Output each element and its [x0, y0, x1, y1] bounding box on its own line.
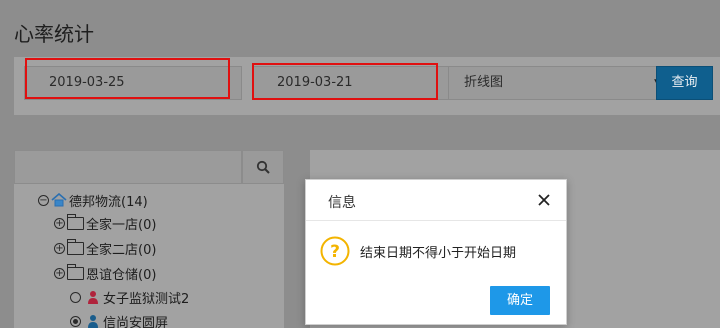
- question-icon: ?: [320, 236, 350, 266]
- end-date-input[interactable]: 2019-03-21: [252, 66, 452, 100]
- folder-icon: [67, 263, 84, 280]
- tree-node-store[interactable]: + 恩谊仓储(0): [54, 263, 156, 283]
- tree-node-label: 恩谊仓储(0): [86, 267, 157, 283]
- tree-search-button[interactable]: [242, 150, 284, 184]
- filter-bar: 2019-03-25 2019-03-21 折线图 ▼ 查询: [14, 57, 720, 115]
- home-icon: [51, 193, 67, 207]
- expand-icon[interactable]: +: [54, 217, 65, 229]
- tree-node-store[interactable]: + 全家一店(0): [54, 213, 156, 233]
- device-radio[interactable]: [70, 291, 81, 303]
- start-date-input[interactable]: 2019-03-25: [24, 66, 242, 100]
- query-button[interactable]: 查询: [656, 66, 713, 100]
- close-icon[interactable]: [536, 192, 552, 208]
- folder-icon: [67, 238, 84, 255]
- tree-node-device[interactable]: 女子监狱测试2: [70, 287, 189, 307]
- search-icon: [256, 160, 270, 174]
- chart-type-value: 折线图: [464, 75, 504, 90]
- tree-node-root[interactable]: − 德邦物流(14): [38, 190, 148, 210]
- tree-node-device[interactable]: 信尚安圆屏: [70, 311, 168, 328]
- tree-node-label: 信尚安圆屏: [103, 315, 169, 328]
- dialog-body: ? 结束日期不得小于开始日期: [320, 236, 556, 266]
- tree-search-input[interactable]: [14, 150, 242, 184]
- dialog-message: 结束日期不得小于开始日期: [360, 245, 517, 261]
- collapse-icon[interactable]: −: [38, 194, 49, 206]
- expand-icon[interactable]: +: [54, 267, 65, 279]
- folder-icon: [67, 213, 84, 230]
- dialog-title: 信息: [328, 195, 356, 211]
- info-dialog: 信息 ? 结束日期不得小于开始日期 确定: [305, 179, 567, 325]
- tree-node-store[interactable]: + 全家二店(0): [54, 238, 156, 258]
- expand-icon[interactable]: +: [54, 242, 65, 254]
- dialog-header: 信息: [306, 180, 566, 221]
- person-icon: [88, 315, 98, 328]
- svg-text:?: ?: [330, 242, 340, 262]
- tree-node-label: 德邦物流(14): [69, 194, 148, 210]
- page-title: 心率统计: [14, 22, 94, 46]
- device-radio[interactable]: [70, 315, 81, 327]
- tree-node-label: 全家二店(0): [86, 242, 157, 258]
- device-tree-panel: − 德邦物流(14) + 全家一店(0) + 全家二店(0) + 恩谊仓储(0)…: [14, 150, 284, 328]
- tree-node-label: 全家一店(0): [86, 217, 157, 233]
- tree-node-label: 女子监狱测试2: [103, 291, 190, 307]
- person-icon: [88, 291, 98, 304]
- confirm-button[interactable]: 确定: [490, 286, 550, 315]
- chart-type-select[interactable]: 折线图 ▼: [448, 66, 670, 100]
